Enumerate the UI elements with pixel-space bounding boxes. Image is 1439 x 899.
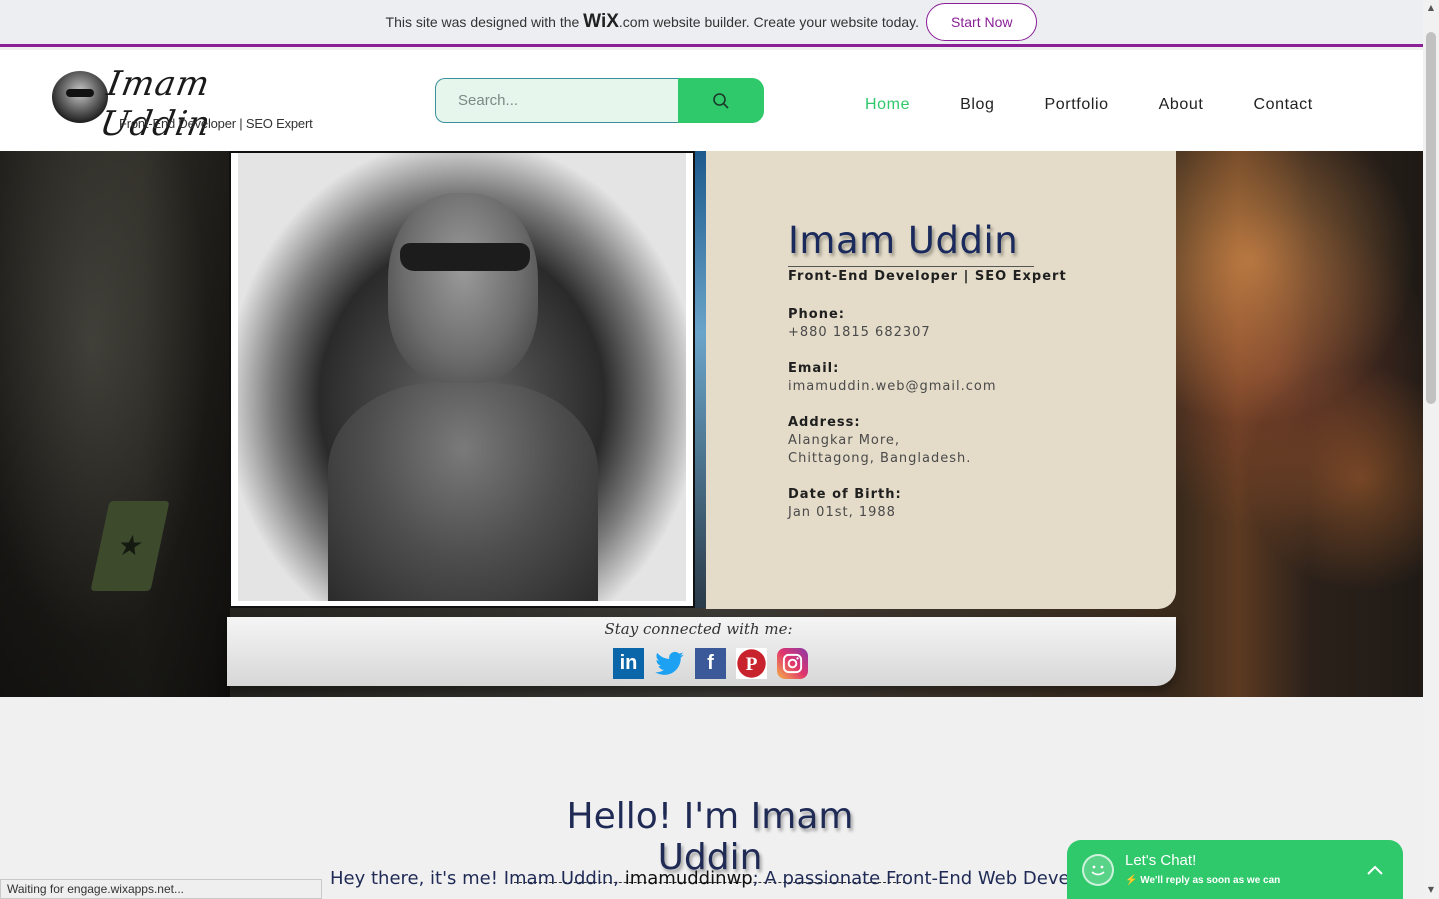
twitter-bird-icon bbox=[655, 651, 684, 675]
email-label: Email: bbox=[788, 361, 840, 376]
logo-subtitle: Front-End Developer | SEO Expert bbox=[119, 116, 313, 131]
wix-banner-text: This site was designed with the WiX.com … bbox=[385, 11, 920, 32]
photo-side-strip bbox=[695, 151, 706, 608]
nav-about[interactable]: About bbox=[1159, 96, 1204, 114]
address-line-1: Alangkar More, bbox=[788, 433, 901, 448]
profile-title: Front-End Developer | SEO Expert bbox=[788, 269, 1067, 284]
site-logo[interactable]: Imam Uddin Front-End Developer | SEO Exp… bbox=[52, 64, 322, 144]
social-label: Stay connected with me: bbox=[604, 620, 793, 638]
search-button[interactable] bbox=[678, 78, 764, 123]
site-header: Imam Uddin Front-End Developer | SEO Exp… bbox=[0, 50, 1423, 151]
search-bar: Search... bbox=[435, 78, 764, 123]
email-block: Email: imamuddin.web@gmail.com bbox=[788, 360, 997, 396]
profile-info-card: Imam Uddin Front-End Developer | SEO Exp… bbox=[706, 151, 1176, 609]
chat-subtitle: ⚡ We'll reply as soon as we can bbox=[1125, 875, 1281, 886]
wix-promo-banner: This site was designed with the WiX.com … bbox=[0, 0, 1423, 47]
chat-widget[interactable]: Let's Chat! ⚡ We'll reply as soon as we … bbox=[1067, 840, 1403, 899]
chat-smiley-icon bbox=[1082, 854, 1114, 886]
phone-value: +880 1815 682307 bbox=[788, 325, 931, 340]
photo-sunglasses bbox=[400, 243, 530, 271]
phone-label: Phone: bbox=[788, 307, 845, 322]
page-scrollbar[interactable]: ▲ ▼ bbox=[1423, 0, 1439, 899]
scroll-down-arrow-icon[interactable]: ▼ bbox=[1423, 885, 1439, 894]
intro-paragraph: Hey there, it's me! Imam Uddin, imamuddi… bbox=[330, 868, 1070, 889]
search-input[interactable]: Search... bbox=[435, 78, 678, 123]
search-icon bbox=[713, 92, 729, 109]
instagram-icon[interactable] bbox=[777, 648, 808, 679]
star-icon: ★ bbox=[114, 529, 147, 562]
browser-status-bar: Waiting for engage.wixapps.net... bbox=[0, 879, 322, 899]
facebook-icon[interactable]: f bbox=[695, 648, 726, 679]
nav-home[interactable]: Home bbox=[865, 96, 910, 114]
social-icons: in f P bbox=[613, 648, 818, 679]
start-now-button[interactable]: Start Now bbox=[926, 3, 1038, 41]
address-line-2: Chittagong, Bangladesh. bbox=[788, 451, 972, 466]
social-bar: Stay connected with me: in f P bbox=[227, 617, 1176, 686]
dob-block: Date of Birth: Jan 01st, 1988 bbox=[788, 486, 902, 522]
photo-face bbox=[388, 193, 538, 383]
email-value[interactable]: imamuddin.web@gmail.com bbox=[788, 378, 997, 396]
main-nav: Home Blog Portfolio About Contact bbox=[865, 96, 1363, 114]
hero-background-left bbox=[0, 151, 230, 697]
phone-block: Phone: +880 1815 682307 bbox=[788, 306, 931, 342]
scroll-up-arrow-icon[interactable]: ▲ bbox=[1423, 3, 1439, 12]
profile-name: Imam Uddin bbox=[788, 219, 1019, 262]
name-divider bbox=[788, 266, 1034, 267]
nav-portfolio[interactable]: Portfolio bbox=[1045, 96, 1109, 114]
wix-logo: WiX bbox=[583, 11, 619, 32]
chevron-up-icon[interactable] bbox=[1367, 860, 1383, 879]
instagram-camera-icon bbox=[782, 653, 803, 674]
chat-title: Let's Chat! bbox=[1125, 852, 1197, 869]
svg-text:P: P bbox=[746, 654, 758, 675]
dob-label: Date of Birth: bbox=[788, 487, 902, 502]
logo-avatar bbox=[52, 71, 108, 123]
pinterest-icon[interactable]: P bbox=[736, 648, 767, 679]
profile-photo bbox=[238, 153, 686, 601]
logo-signature: Imam Uddin bbox=[96, 64, 214, 144]
profile-photo-frame bbox=[229, 151, 695, 608]
photo-torso bbox=[328, 383, 598, 601]
twitter-icon[interactable] bbox=[654, 648, 685, 679]
scrollbar-thumb[interactable] bbox=[1426, 32, 1436, 404]
dob-value: Jan 01st, 1988 bbox=[788, 505, 896, 520]
hero-section: ★ Imam Uddin Front-End Developer | SEO E… bbox=[0, 151, 1423, 697]
nav-contact[interactable]: Contact bbox=[1253, 96, 1312, 114]
pinterest-logo-icon: P bbox=[737, 649, 766, 678]
address-label: Address: bbox=[788, 415, 861, 430]
address-block: Address: Alangkar More, Chittagong, Bang… bbox=[788, 414, 971, 468]
linkedin-icon[interactable]: in bbox=[613, 648, 644, 679]
hero-background-right bbox=[1176, 151, 1423, 697]
intro-handle: imamuddinwp bbox=[624, 868, 753, 889]
nav-blog[interactable]: Blog bbox=[960, 96, 994, 114]
